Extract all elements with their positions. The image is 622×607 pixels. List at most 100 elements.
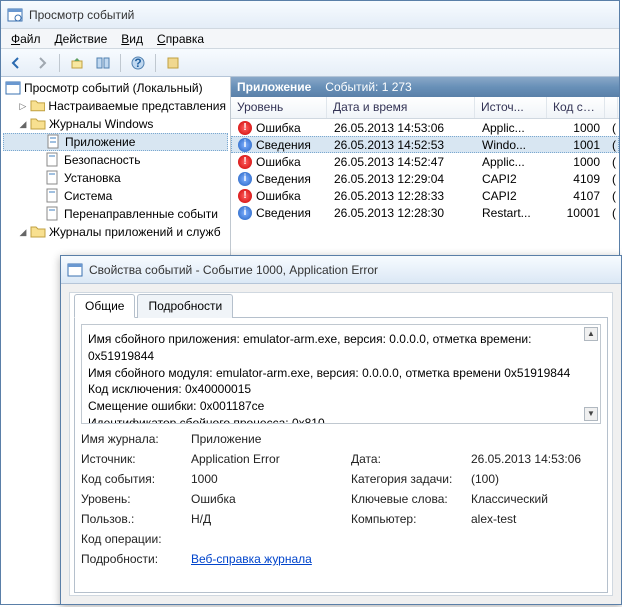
eventviewer-icon (5, 80, 21, 96)
help-button[interactable]: ? (127, 52, 149, 74)
cell-source: Windo... (476, 138, 548, 152)
tree-application[interactable]: Приложение (3, 133, 228, 151)
value-source: Application Error (191, 452, 351, 466)
cell-datetime: 26.05.2013 12:28:33 (328, 189, 476, 203)
desc-line: Имя сбойного приложения: emulator-arm.ex… (88, 331, 594, 348)
tree-security[interactable]: Безопасность (3, 151, 228, 169)
tree-windows-logs[interactable]: ◢ Журналы Windows (3, 115, 228, 133)
label-computer: Компьютер: (351, 512, 471, 526)
toolbar-separator (59, 54, 60, 72)
scroll-down-button[interactable]: ▼ (584, 407, 598, 421)
tree-label: Безопасность (64, 153, 141, 167)
desc-line: Смещение ошибки: 0x001187ce (88, 398, 594, 415)
col-level[interactable]: Уровень (231, 97, 327, 118)
back-button[interactable] (5, 52, 27, 74)
cell-code: 1000 (548, 155, 606, 169)
event-list[interactable]: !Ошибка26.05.2013 14:53:06Applic...1000(… (231, 119, 619, 221)
view-button[interactable] (92, 52, 114, 74)
value-level: Ошибка (191, 492, 351, 506)
up-button[interactable] (66, 52, 88, 74)
scroll-up-button[interactable]: ▲ (584, 327, 598, 341)
titlebar[interactable]: Просмотр событий (1, 1, 619, 29)
level-text: Сведения (256, 138, 311, 152)
value-computer: alex-test (471, 512, 601, 526)
tree-custom-views[interactable]: ▷ Настраиваемые представления (3, 97, 228, 115)
label-moreinfo: Подробности: (81, 552, 191, 566)
cell-source: Applic... (476, 121, 548, 135)
tree-root[interactable]: Просмотр событий (Локальный) (3, 79, 228, 97)
cell-datetime: 26.05.2013 14:52:53 (328, 138, 476, 152)
event-properties-dialog[interactable]: Свойства событий - Событие 1000, Applica… (60, 255, 622, 605)
event-row[interactable]: i Сведения 26.05.2013 14:52:53Windo...1001… (231, 136, 619, 153)
label-date: Дата: (351, 452, 471, 466)
value-keywords: Классический (471, 492, 601, 506)
tab-details[interactable]: Подробности (137, 294, 233, 318)
cell-extra: ( (606, 172, 618, 186)
value-category: (100) (471, 472, 601, 486)
toolbar-separator (120, 54, 121, 72)
event-row[interactable]: !Ошибка26.05.2013 12:28:33CAPI24107( (231, 187, 619, 204)
col-code[interactable]: Код со... (547, 97, 605, 118)
info-icon: i (238, 206, 252, 220)
expand-icon[interactable]: ▷ (17, 100, 29, 112)
cell-datetime: 26.05.2013 12:28:30 (328, 206, 476, 220)
tree-system[interactable]: Система (3, 187, 228, 205)
level-text: Ошибка (256, 121, 301, 135)
log-icon (46, 134, 62, 150)
col-extra[interactable] (605, 97, 618, 118)
folder-icon (30, 98, 46, 114)
log-icon (45, 206, 61, 222)
menu-help[interactable]: Справка (151, 30, 210, 48)
info-icon: i (238, 138, 252, 152)
dialog-body: Общие Подробности Имя сбойного приложени… (69, 292, 613, 596)
label-user: Пользов.: (81, 512, 191, 526)
event-row[interactable]: iСведения26.05.2013 12:28:30Restart...10… (231, 204, 619, 221)
dialog-title: Свойства событий - Событие 1000, Applica… (89, 263, 378, 277)
collapse-icon[interactable]: ◢ (17, 226, 29, 238)
log-icon (45, 170, 61, 186)
refresh-button[interactable] (162, 52, 184, 74)
cell-code: 4107 (548, 189, 606, 203)
tab-strip: Общие Подробности (74, 294, 612, 318)
value-eventid: 1000 (191, 472, 351, 486)
tree-app-service-logs[interactable]: ◢ Журналы приложений и служб (3, 223, 228, 241)
level-text: Сведения (256, 172, 311, 186)
event-row[interactable]: !Ошибка26.05.2013 14:52:47Applic...1000( (231, 153, 619, 170)
collapse-icon[interactable]: ◢ (17, 118, 29, 130)
description-box[interactable]: Имя сбойного приложения: emulator-arm.ex… (81, 324, 601, 424)
tree-label: Система (64, 189, 112, 203)
label-source: Источник: (81, 452, 191, 466)
col-datetime[interactable]: Дата и время (327, 97, 475, 118)
forward-button[interactable] (31, 52, 53, 74)
tree-label: Просмотр событий (Локальный) (24, 81, 203, 95)
cell-code: 1001 (548, 138, 606, 152)
event-row[interactable]: !Ошибка26.05.2013 14:53:06Applic...1000( (231, 119, 619, 136)
content-header: Приложение Событий: 1 273 (231, 77, 619, 97)
tree-forwarded[interactable]: Перенаправленные событи (3, 205, 228, 223)
help-link[interactable]: Веб-справка журнала (191, 552, 312, 566)
info-icon: i (238, 172, 252, 186)
level-text: Ошибка (256, 189, 301, 203)
menu-view[interactable]: Вид (115, 30, 149, 48)
event-row[interactable]: iСведения26.05.2013 12:29:04CAPI24109( (231, 170, 619, 187)
cell-source: Applic... (476, 155, 548, 169)
tree-label: Журналы Windows (49, 117, 153, 131)
dialog-titlebar[interactable]: Свойства событий - Событие 1000, Applica… (61, 256, 621, 284)
label-eventid: Код события: (81, 472, 191, 486)
dialog-icon (67, 262, 83, 278)
cell-code: 10001 (548, 206, 606, 220)
content-title: Приложение (237, 80, 311, 94)
menu-action[interactable]: Действие (49, 30, 114, 48)
menu-file[interactable]: Файл (5, 30, 47, 48)
tree-setup[interactable]: Установка (3, 169, 228, 187)
tab-general[interactable]: Общие (74, 294, 135, 318)
col-source[interactable]: Источ... (475, 97, 547, 118)
cell-code: 1000 (548, 121, 606, 135)
tree-label: Перенаправленные событи (64, 207, 218, 221)
cell-extra: ( (606, 155, 618, 169)
label-opcode: Код операции: (81, 532, 191, 546)
toolbar-separator (155, 54, 156, 72)
value-date: 26.05.2013 14:53:06 (471, 452, 601, 466)
property-grid: Имя журнала: Приложение Источник: Applic… (81, 432, 601, 566)
cell-datetime: 26.05.2013 14:53:06 (328, 121, 476, 135)
